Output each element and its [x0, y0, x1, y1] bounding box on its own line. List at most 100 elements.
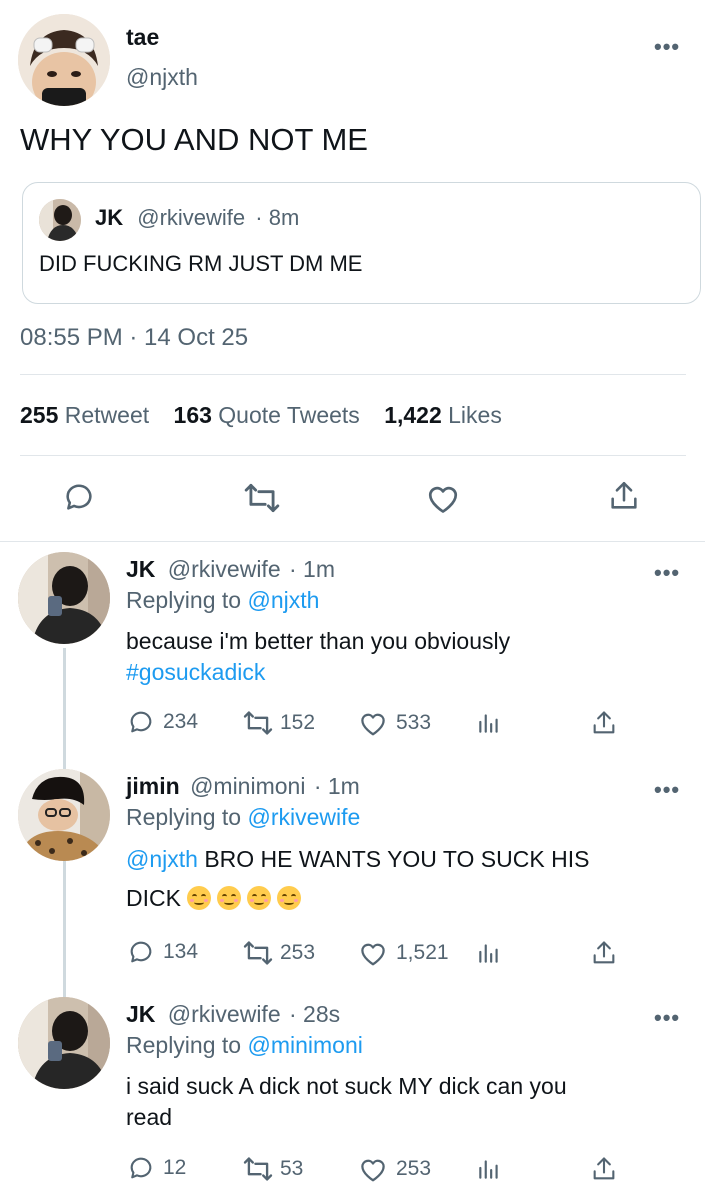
reply-text: @njxth BRO HE WANTS YOU TO SUCK HIS	[126, 846, 589, 873]
analytics-icon[interactable]	[476, 1156, 502, 1182]
analytics-icon[interactable]	[476, 710, 502, 736]
reply-text-line2-row: DICK	[126, 885, 307, 912]
reply-header: JK @rkivewife · 1m	[126, 556, 335, 583]
more-options-icon[interactable]: •••	[654, 779, 680, 801]
reply-avatar[interactable]	[18, 997, 110, 1089]
quoted-tweet[interactable]: JK @rkivewife · 8m DID FUCKING RM JUST D…	[22, 182, 701, 304]
quoted-text: DID FUCKING RM JUST DM ME	[39, 251, 363, 276]
relieved-face-emoji	[277, 886, 302, 910]
like-action[interactable]: 253	[358, 1155, 431, 1183]
reply-avatar[interactable]	[18, 552, 110, 644]
like-label: Likes	[448, 402, 502, 428]
divider	[20, 455, 686, 456]
reply-action[interactable]: 12	[127, 1154, 186, 1182]
relieved-face-emoji	[187, 886, 212, 910]
retweet-label: Retweet	[64, 402, 150, 428]
reply-handle[interactable]: @rkivewife	[168, 1001, 281, 1027]
reply-time: · 1m	[313, 773, 360, 799]
like-icon	[361, 713, 385, 736]
retweet-count: 53	[280, 1157, 304, 1180]
replying-to-link[interactable]: @minimoni	[247, 1032, 362, 1058]
tweet-timestamp[interactable]: 08:55 PM · 14 Oct 25	[20, 324, 248, 352]
share-icon[interactable]	[590, 708, 618, 738]
reply-handle[interactable]: @minimoni	[190, 773, 305, 799]
quoted-avatar	[39, 199, 81, 241]
reply-header: jimin @minimoni · 1m	[126, 773, 360, 800]
like-count: 533	[396, 711, 432, 734]
reply-icon	[130, 1157, 152, 1179]
mention-link[interactable]: @njxth	[126, 846, 198, 872]
main-handle[interactable]: @njxth	[126, 64, 198, 91]
quote-count: 163	[173, 402, 212, 428]
retweet-icon[interactable]	[243, 482, 281, 514]
retweet-stat[interactable]: 255 Retweet	[20, 402, 156, 428]
replying-to: Replying to @njxth	[126, 587, 319, 614]
relieved-face-emoji	[247, 886, 272, 910]
replying-to-link[interactable]: @njxth	[247, 587, 319, 613]
share-icon[interactable]	[607, 478, 641, 514]
reply-icon[interactable]	[62, 480, 96, 514]
reply-count: 12	[163, 1156, 187, 1179]
share-icon[interactable]	[590, 938, 618, 968]
like-icon[interactable]	[425, 481, 461, 515]
quote-label: Quote Tweets	[218, 402, 360, 428]
retweet-count: 255	[20, 402, 59, 428]
like-icon	[361, 1159, 385, 1182]
retweet-icon	[243, 1157, 273, 1181]
reply-display-name[interactable]: JK	[126, 1001, 155, 1027]
retweet-count: 152	[280, 711, 316, 734]
quoted-display-name: JK	[95, 205, 124, 230]
reply-text: because i'm better than you obviously	[126, 628, 511, 654]
retweet-icon	[243, 711, 273, 735]
retweet-icon	[243, 941, 273, 965]
reply-display-name[interactable]: JK	[126, 556, 155, 582]
more-options-icon[interactable]: •••	[654, 1007, 680, 1029]
more-options-icon[interactable]: •••	[654, 36, 680, 58]
hashtag-link[interactable]: #gosuckadick	[126, 659, 265, 686]
reply-icon	[130, 711, 152, 733]
main-display-name[interactable]: tae	[126, 24, 159, 51]
divider	[0, 541, 705, 542]
reply-count: 234	[163, 710, 199, 733]
reply-time: · 28s	[289, 1001, 341, 1027]
quote-stat[interactable]: 163 Quote Tweets	[174, 402, 367, 428]
reply-action[interactable]: 134	[127, 938, 198, 966]
reply-count: 134	[163, 940, 199, 963]
reply-avatar[interactable]	[18, 769, 110, 861]
reply-header: JK @rkivewife · 28s	[126, 1001, 340, 1028]
share-icon[interactable]	[590, 1154, 618, 1184]
replying-to: Replying to @minimoni	[126, 1032, 363, 1059]
divider	[20, 374, 686, 375]
analytics-icon[interactable]	[476, 940, 502, 966]
reply-action[interactable]: 234	[127, 708, 198, 736]
retweet-action[interactable]: 253	[242, 940, 315, 966]
reply-text-line1: BRO HE WANTS YOU TO SUCK HIS	[197, 846, 590, 872]
reply-display-name[interactable]: jimin	[126, 773, 180, 799]
replying-prefix: Replying to	[126, 804, 242, 830]
replying-to-link[interactable]: @rkivewife	[247, 804, 360, 830]
like-stat[interactable]: 1,422 Likes	[384, 402, 502, 428]
like-action[interactable]: 533	[358, 709, 431, 737]
like-count: 253	[396, 1157, 432, 1180]
reply-handle[interactable]: @rkivewife	[168, 556, 281, 582]
retweet-action[interactable]: 53	[242, 1156, 303, 1182]
quoted-time: · 8m	[255, 205, 300, 230]
main-avatar[interactable]	[18, 14, 110, 106]
reply-text-line2: read	[126, 1104, 173, 1130]
more-options-icon[interactable]: •••	[654, 562, 680, 584]
quoted-header: JK @rkivewife · 8m	[95, 205, 299, 231]
replying-to: Replying to @rkivewife	[126, 804, 360, 831]
retweet-action[interactable]: 152	[242, 710, 315, 736]
like-icon	[361, 943, 385, 966]
replying-prefix: Replying to	[126, 1032, 242, 1058]
like-action[interactable]: 1,521	[358, 939, 449, 967]
relieved-face-emoji	[217, 886, 242, 910]
replying-prefix: Replying to	[126, 587, 242, 613]
like-count: 1,422	[384, 402, 442, 428]
main-tweet-text: WHY YOU AND NOT ME	[20, 122, 368, 157]
tweet-stats: 255 Retweet 163 Quote Tweets 1,422 Likes	[20, 402, 502, 429]
reply-icon	[130, 941, 152, 963]
reply-time: · 1m	[289, 556, 335, 582]
retweet-count: 253	[280, 941, 316, 964]
reply-text: i said suck A dick not suck MY dick can …	[126, 1073, 567, 1099]
